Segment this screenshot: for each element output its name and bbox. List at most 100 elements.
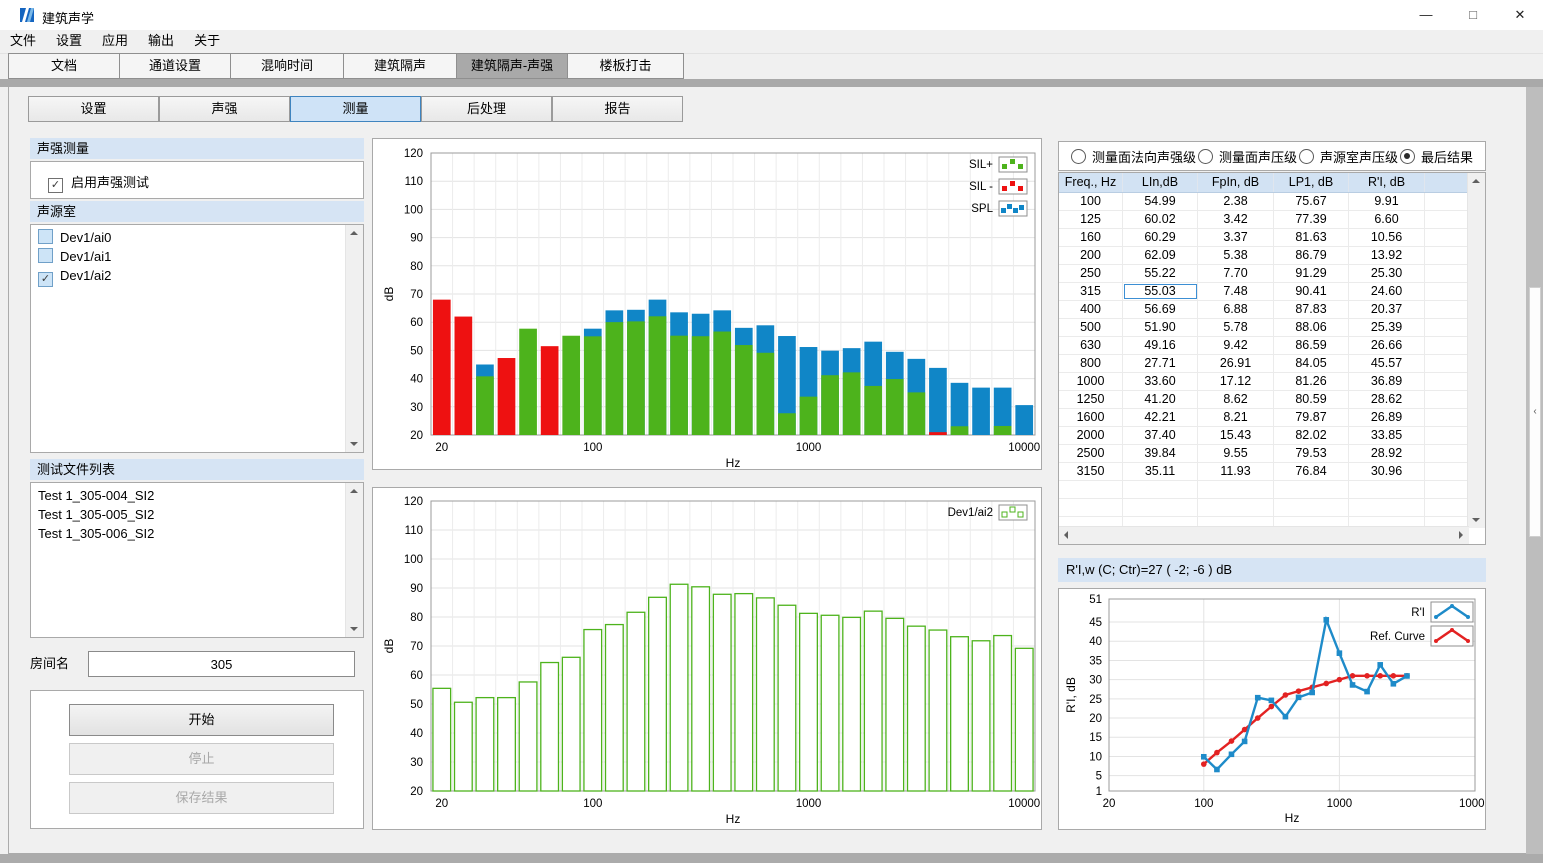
table-cell[interactable]: 76.84 (1274, 463, 1349, 480)
table-cell[interactable] (1274, 481, 1349, 498)
main-tab-1[interactable]: 文档 (8, 53, 120, 79)
table-cell[interactable]: 10.56 (1349, 229, 1425, 246)
table-row[interactable]: 31555.037.4890.4124.60 (1059, 283, 1469, 301)
table-header-cell[interactable]: R'I, dB (1349, 173, 1425, 192)
table-cell[interactable] (1349, 499, 1425, 516)
table-cell[interactable]: 86.59 (1274, 337, 1349, 354)
table-cell[interactable]: 25.30 (1349, 265, 1425, 282)
table-header-cell[interactable]: Freq., Hz (1059, 173, 1123, 192)
table-row[interactable] (1059, 499, 1469, 517)
table-cell[interactable]: 250 (1059, 265, 1123, 282)
table-cell[interactable] (1425, 247, 1469, 264)
table-row[interactable]: 125041.208.6280.5928.62 (1059, 391, 1469, 409)
close-button[interactable]: ✕ (1497, 0, 1543, 30)
table-cell[interactable]: 3150 (1059, 463, 1123, 480)
table-cell[interactable]: 88.06 (1274, 319, 1349, 336)
main-tab-2[interactable]: 通道设置 (119, 53, 231, 79)
table-cell[interactable] (1425, 211, 1469, 228)
table-cell[interactable]: 26.91 (1198, 355, 1274, 372)
table-header-cell[interactable]: LIn,dB (1123, 173, 1198, 192)
table-cell[interactable]: 60.02 (1123, 211, 1198, 228)
table-cell[interactable]: 77.39 (1274, 211, 1349, 228)
table-cell[interactable]: 35.11 (1123, 463, 1198, 480)
main-tab-6[interactable]: 楼板打击 (567, 53, 684, 79)
table-cell[interactable]: 80.59 (1274, 391, 1349, 408)
table-cell[interactable]: 79.53 (1274, 445, 1349, 462)
table-cell[interactable]: 3.42 (1198, 211, 1274, 228)
radio-option-4[interactable]: 最后结果 (1400, 147, 1473, 166)
table-cell[interactable]: 800 (1059, 355, 1123, 372)
table-row[interactable]: 25055.227.7091.2925.30 (1059, 265, 1469, 283)
table-cell[interactable]: 30.96 (1349, 463, 1425, 480)
table-cell[interactable]: 125 (1059, 211, 1123, 228)
panel-collapse-splitter[interactable]: ‹ (1529, 287, 1541, 537)
table-cell[interactable]: 41.20 (1123, 391, 1198, 408)
table-cell[interactable]: 160 (1059, 229, 1123, 246)
table-cell[interactable] (1425, 463, 1469, 480)
table-header-cell[interactable]: LP1, dB (1274, 173, 1349, 192)
intensity-spectrum-chart[interactable]: 203040506070809010011012020100100010000H… (372, 138, 1042, 470)
test-file-item[interactable]: Test 1_305-005_SI2 (31, 505, 363, 524)
table-cell[interactable] (1425, 355, 1469, 372)
table-cell[interactable]: 81.26 (1274, 373, 1349, 390)
table-cell[interactable] (1425, 499, 1469, 516)
table-cell[interactable]: 45.57 (1349, 355, 1425, 372)
table-cell[interactable] (1425, 445, 1469, 462)
table-cell[interactable] (1123, 499, 1198, 516)
table-cell[interactable]: 33.85 (1349, 427, 1425, 444)
table-cell[interactable]: 56.69 (1123, 301, 1198, 318)
table-cell[interactable] (1425, 265, 1469, 282)
enable-intensity-checkbox[interactable]: ✓ (48, 173, 63, 193)
sub-tab-5[interactable]: 报告 (552, 96, 683, 122)
table-cell[interactable]: 20.37 (1349, 301, 1425, 318)
scroll-up-arrow[interactable] (1468, 173, 1485, 190)
start-button[interactable]: 开始 (69, 704, 334, 736)
table-cell[interactable]: 2500 (1059, 445, 1123, 462)
table-cell[interactable]: 81.63 (1274, 229, 1349, 246)
table-cell[interactable] (1425, 373, 1469, 390)
table-cell[interactable]: 7.70 (1198, 265, 1274, 282)
table-cell[interactable]: 15.43 (1198, 427, 1274, 444)
table-cell[interactable]: 17.12 (1198, 373, 1274, 390)
table-row[interactable]: 40056.696.8887.8320.37 (1059, 301, 1469, 319)
table-cell[interactable]: 90.41 (1274, 283, 1349, 300)
table-cell[interactable] (1425, 319, 1469, 336)
minimize-button[interactable]: — (1403, 0, 1449, 30)
table-cell[interactable]: 5.38 (1198, 247, 1274, 264)
table-cell[interactable]: 1600 (1059, 409, 1123, 426)
table-cell[interactable]: 26.89 (1349, 409, 1425, 426)
scroll-left-arrow[interactable] (1059, 527, 1076, 544)
table-cell[interactable] (1425, 481, 1469, 498)
table-cell[interactable]: 39.84 (1123, 445, 1198, 462)
table-cell[interactable]: 28.62 (1349, 391, 1425, 408)
menu-item-4[interactable]: 输出 (138, 30, 184, 52)
scroll-right-arrow[interactable] (1452, 527, 1469, 544)
table-cell[interactable]: 5.78 (1198, 319, 1274, 336)
table-row[interactable]: 200037.4015.4382.0233.85 (1059, 427, 1469, 445)
table-cell[interactable] (1425, 427, 1469, 444)
test-file-item[interactable]: Test 1_305-004_SI2 (31, 486, 363, 505)
table-row[interactable]: 12560.023.4277.396.60 (1059, 211, 1469, 229)
table-cell[interactable]: 91.29 (1274, 265, 1349, 282)
table-cell[interactable]: 60.29 (1123, 229, 1198, 246)
table-cell[interactable]: 24.60 (1349, 283, 1425, 300)
table-cell[interactable]: 25.39 (1349, 319, 1425, 336)
table-hscrollbar[interactable] (1059, 526, 1469, 544)
table-cell[interactable] (1123, 481, 1198, 498)
scroll-down-arrow[interactable] (346, 435, 363, 452)
table-cell[interactable] (1425, 409, 1469, 426)
table-cell[interactable]: 51.90 (1123, 319, 1198, 336)
scroll-down-arrow[interactable] (346, 620, 363, 637)
channel-list-scrollbar[interactable] (345, 225, 363, 452)
sub-tab-2[interactable]: 声强 (159, 96, 290, 122)
table-cell[interactable]: 9.91 (1349, 193, 1425, 210)
table-cell[interactable]: 26.66 (1349, 337, 1425, 354)
sub-tab-1[interactable]: 设置 (28, 96, 159, 122)
save-results-button[interactable]: 保存结果 (69, 782, 334, 814)
table-cell[interactable]: 2000 (1059, 427, 1123, 444)
table-cell[interactable]: 86.79 (1274, 247, 1349, 264)
table-cell[interactable]: 500 (1059, 319, 1123, 336)
table-cell[interactable]: 11.93 (1198, 463, 1274, 480)
table-row[interactable]: 16060.293.3781.6310.56 (1059, 229, 1469, 247)
table-cell[interactable]: 33.60 (1123, 373, 1198, 390)
